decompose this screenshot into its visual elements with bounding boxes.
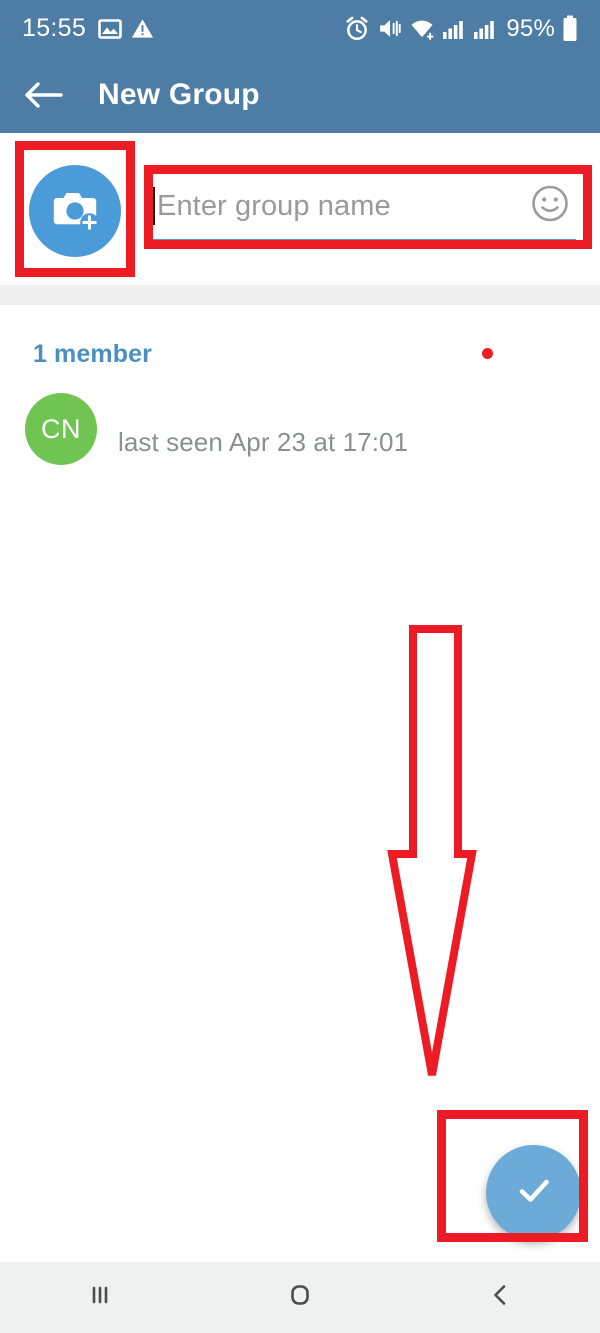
home-icon xyxy=(283,1278,317,1317)
member-list-item[interactable]: CN last seen Apr 23 at 17:01 xyxy=(0,393,600,465)
home-button[interactable] xyxy=(230,1278,370,1317)
member-avatar: CN xyxy=(25,393,97,465)
section-separator xyxy=(0,285,600,305)
member-last-seen: last seen Apr 23 at 17:01 xyxy=(118,427,409,457)
group-name-input[interactable]: Enter group name xyxy=(152,170,576,242)
member-count-label: 1 member xyxy=(33,340,152,368)
back-chevron-icon xyxy=(483,1278,517,1317)
battery-percent-label: 95% xyxy=(506,14,555,42)
status-bar-clock: 15:55 xyxy=(22,14,87,42)
smiley-face-icon[interactable] xyxy=(530,184,570,229)
camera-add-icon[interactable] xyxy=(29,165,121,257)
status-bar: 15:55 95% xyxy=(0,0,600,57)
image-icon xyxy=(98,17,122,41)
phone-screen: 15:55 95% New Group Enter group name 1 m… xyxy=(0,0,600,1333)
wifi-icon xyxy=(409,16,435,42)
signal-sim1-icon xyxy=(442,18,466,40)
recents-button[interactable] xyxy=(30,1278,170,1317)
recents-icon xyxy=(83,1278,117,1317)
back-button[interactable] xyxy=(430,1278,570,1317)
group-name-placeholder: Enter group name xyxy=(157,189,391,222)
back-arrow-icon[interactable] xyxy=(12,78,76,112)
battery-icon xyxy=(562,15,578,42)
text-cursor xyxy=(152,187,155,225)
app-bar: New Group xyxy=(0,57,600,133)
signal-sim2-icon xyxy=(473,18,497,40)
check-icon xyxy=(510,1166,558,1219)
annotation-down-arrow xyxy=(380,620,490,1095)
mute-vibrate-icon xyxy=(377,16,402,41)
warning-icon xyxy=(131,17,154,40)
page-title: New Group xyxy=(98,78,260,111)
system-navigation-bar xyxy=(0,1262,600,1333)
status-bar-left-icons xyxy=(98,17,154,41)
status-bar-right-icons: 95% xyxy=(344,15,578,43)
alarm-icon xyxy=(344,16,370,42)
confirm-create-group-fab[interactable] xyxy=(486,1145,581,1240)
annotation-dot-member-row xyxy=(482,348,493,359)
input-underline xyxy=(152,239,576,242)
